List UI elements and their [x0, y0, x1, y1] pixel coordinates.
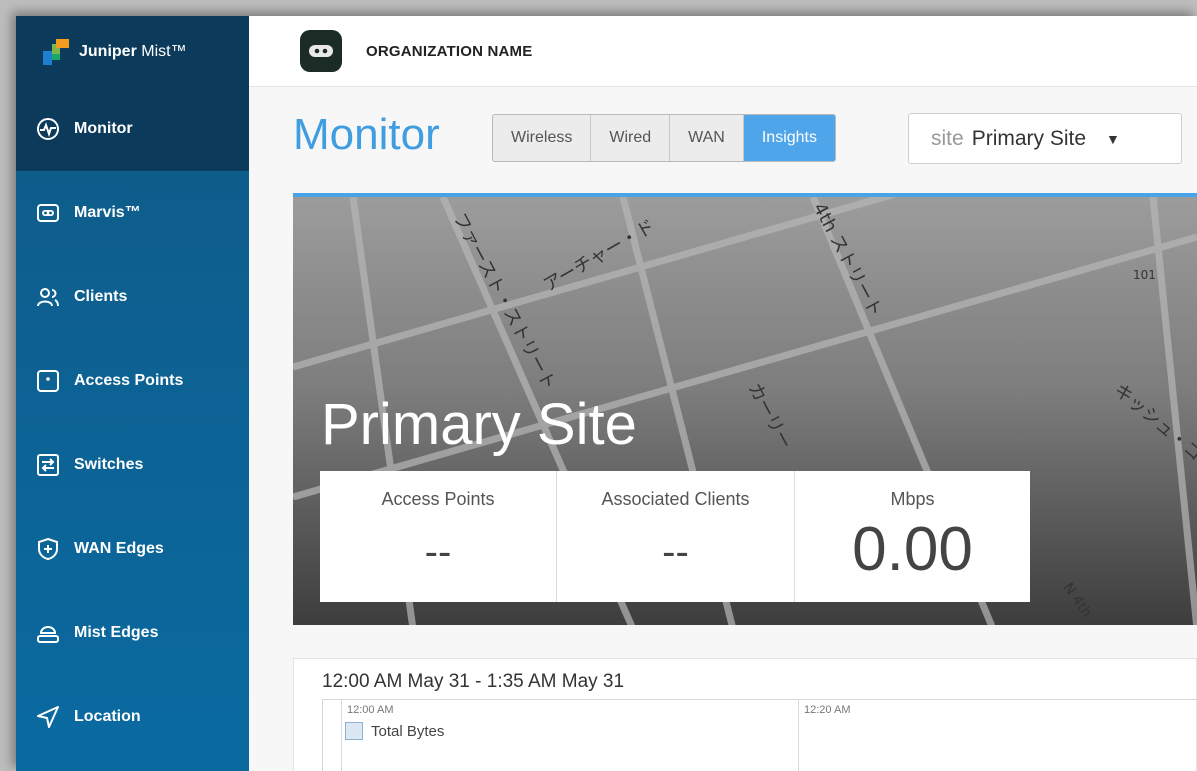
- stat-value: --: [424, 530, 452, 574]
- page-title: Monitor: [293, 110, 440, 159]
- timeline-chart-panel: 12:00 AM May 31 - 1:35 AM May 31 12:00 A…: [293, 658, 1197, 771]
- tick-line: [798, 700, 799, 771]
- site-name-title: Primary Site: [321, 392, 637, 457]
- map-label: 101: [1133, 268, 1156, 282]
- tab-wireless[interactable]: Wireless: [493, 115, 592, 161]
- site-stats: Access Points -- Associated Clients -- M…: [320, 471, 1030, 602]
- stat-label: Mbps: [890, 489, 935, 509]
- stat-access-points[interactable]: Access Points --: [320, 471, 557, 602]
- site-hero: ファースト・ストリート アーチャー・ド 4th ストリート カーリー キッシュ・…: [293, 193, 1197, 625]
- stat-mbps[interactable]: Mbps 0.00: [795, 471, 1030, 602]
- stat-value: 0.00: [852, 515, 973, 584]
- tab-wan[interactable]: WAN: [670, 115, 744, 161]
- legend-swatch: [345, 722, 363, 740]
- sidebar: Juniper Mist™ Monitor Marvis™ Clients Ac…: [16, 16, 249, 771]
- sidebar-item-label: Monitor: [74, 120, 133, 137]
- tick-label: 12:00 AM: [347, 704, 394, 716]
- time-range-label[interactable]: 12:00 AM May 31 - 1:35 AM May 31: [322, 671, 624, 693]
- stat-associated-clients[interactable]: Associated Clients --: [557, 471, 795, 602]
- app-window: Juniper Mist™ Monitor Marvis™ Clients Ac…: [16, 16, 1197, 771]
- chevron-down-icon: ▼: [1106, 130, 1120, 147]
- location-icon: [36, 705, 60, 729]
- tab-wired[interactable]: Wired: [591, 115, 671, 161]
- stat-value: --: [662, 530, 689, 574]
- sidebar-item-label: WAN Edges: [74, 540, 164, 557]
- juniper-logo-icon: [43, 38, 69, 65]
- marvis-icon: [36, 201, 60, 225]
- tab-insights[interactable]: Insights: [743, 115, 835, 161]
- clients-icon: [36, 285, 60, 309]
- sidebar-item-label: Location: [74, 708, 141, 725]
- monitor-pulse-icon: [36, 117, 60, 141]
- access-point-icon: [36, 369, 60, 393]
- sidebar-item-clients[interactable]: Clients: [16, 255, 249, 339]
- org-name[interactable]: ORGANIZATION NAME: [366, 43, 532, 60]
- chart-legend[interactable]: Total Bytes: [345, 722, 444, 740]
- timeline-plot[interactable]: 12:00 AM 12:20 AM Total Bytes: [322, 699, 1197, 771]
- sidebar-item-switches[interactable]: Switches: [16, 423, 249, 507]
- top-header: ORGANIZATION NAME: [249, 16, 1197, 87]
- sidebar-item-monitor[interactable]: Monitor: [16, 87, 249, 171]
- map-label: ファースト・ストリート: [449, 209, 560, 393]
- switch-icon: [36, 453, 60, 477]
- sidebar-item-location[interactable]: Location: [16, 675, 249, 759]
- sidebar-item-label: Clients: [74, 288, 128, 305]
- sidebar-item-label: Mist Edges: [74, 624, 159, 641]
- sidebar-item-access-points[interactable]: Access Points: [16, 339, 249, 423]
- sidebar-item-wan-edges[interactable]: WAN Edges: [16, 507, 249, 591]
- org-logo-icon: [309, 45, 333, 57]
- map-label: キッシュ・コ: [1110, 380, 1197, 466]
- sidebar-item-label: Access Points: [74, 372, 184, 389]
- map-label: カーリー: [744, 379, 796, 452]
- sidebar-item-label: Switches: [74, 456, 144, 473]
- site-select-prefix: site: [931, 126, 964, 150]
- brand[interactable]: Juniper Mist™: [16, 16, 249, 87]
- legend-label: Total Bytes: [371, 722, 445, 740]
- mist-edge-icon: [36, 621, 60, 645]
- stat-label: Access Points: [381, 489, 495, 509]
- org-avatar[interactable]: [300, 30, 342, 72]
- sidebar-item-mist-edges[interactable]: Mist Edges: [16, 591, 249, 675]
- site-select[interactable]: site Primary Site ▼: [908, 113, 1182, 164]
- stat-label: Associated Clients: [601, 489, 750, 509]
- monitor-tabs: Wireless Wired WAN Insights: [492, 114, 836, 162]
- map-label: N 4th: [1060, 580, 1095, 620]
- wan-edge-icon: [36, 537, 60, 561]
- brand-name: Juniper Mist™: [79, 42, 187, 60]
- tick-line: [341, 700, 342, 771]
- sidebar-item-label: Marvis™: [74, 204, 141, 221]
- map-label: 4th ストリート: [809, 199, 887, 320]
- tick-label: 12:20 AM: [804, 704, 851, 716]
- site-select-value: Primary Site: [971, 126, 1087, 150]
- sidebar-item-marvis[interactable]: Marvis™: [16, 171, 249, 255]
